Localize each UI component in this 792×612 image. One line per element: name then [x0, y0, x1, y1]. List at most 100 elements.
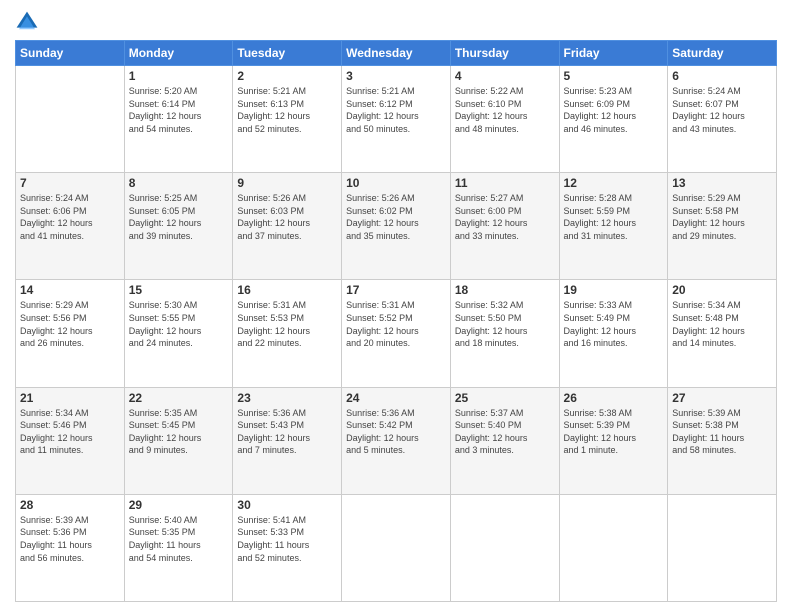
calendar-cell: 22Sunrise: 5:35 AM Sunset: 5:45 PM Dayli…	[124, 387, 233, 494]
calendar-cell	[559, 494, 668, 601]
day-info: Sunrise: 5:35 AM Sunset: 5:45 PM Dayligh…	[129, 407, 229, 457]
day-info: Sunrise: 5:28 AM Sunset: 5:59 PM Dayligh…	[564, 192, 664, 242]
calendar-cell: 11 Sunrise: 5:27 AM Sunset: 6:00 PM Dayli…	[450, 173, 559, 280]
calendar-week-2: 7 Sunrise: 5:24 AM Sunset: 6:06 PM Daylig…	[16, 173, 777, 280]
calendar-header-friday: Friday	[559, 41, 668, 66]
day-info: Sunrise: 5:39 AM Sunset: 5:36 PM Dayligh…	[20, 514, 120, 564]
day-number: 26	[564, 391, 664, 405]
day-number: 27	[672, 391, 772, 405]
calendar-cell: 26 Sunrise: 5:38 AM Sunset: 5:39 PM Dayli…	[559, 387, 668, 494]
calendar-cell: 17 Sunrise: 5:31 AM Sunset: 5:52 PM Dayli…	[342, 280, 451, 387]
calendar-cell: 8 Sunrise: 5:25 AM Sunset: 6:05 PM Daylig…	[124, 173, 233, 280]
calendar-cell: 2 Sunrise: 5:21 AM Sunset: 6:13 PM Daylig…	[233, 66, 342, 173]
day-number: 10	[346, 176, 446, 190]
calendar-cell: 3 Sunrise: 5:21 AM Sunset: 6:12 PM Daylig…	[342, 66, 451, 173]
calendar-header-tuesday: Tuesday	[233, 41, 342, 66]
day-info: Sunrise: 5:36 AM Sunset: 5:43 PM Dayligh…	[237, 407, 337, 457]
day-number: 11	[455, 176, 555, 190]
day-number: 5	[564, 69, 664, 83]
calendar-cell: 7 Sunrise: 5:24 AM Sunset: 6:06 PM Daylig…	[16, 173, 125, 280]
day-info: Sunrise: 5:34 AM Sunset: 5:46 PM Dayligh…	[20, 407, 120, 457]
day-number: 9	[237, 176, 337, 190]
day-number: 19	[564, 283, 664, 297]
calendar-cell: 28 Sunrise: 5:39 AM Sunset: 5:36 PM Dayli…	[16, 494, 125, 601]
calendar-week-3: 14 Sunrise: 5:29 AM Sunset: 5:56 PM Dayli…	[16, 280, 777, 387]
day-number: 3	[346, 69, 446, 83]
day-info: Sunrise: 5:31 AM Sunset: 5:52 PM Dayligh…	[346, 299, 446, 349]
day-number: 25	[455, 391, 555, 405]
day-number: 17	[346, 283, 446, 297]
calendar-cell: 18 Sunrise: 5:32 AM Sunset: 5:50 PM Dayli…	[450, 280, 559, 387]
day-number: 4	[455, 69, 555, 83]
day-info: Sunrise: 5:21 AM Sunset: 6:12 PM Dayligh…	[346, 85, 446, 135]
day-info: Sunrise: 5:23 AM Sunset: 6:09 PM Dayligh…	[564, 85, 664, 135]
calendar-cell: 14 Sunrise: 5:29 AM Sunset: 5:56 PM Dayli…	[16, 280, 125, 387]
day-number: 15	[129, 283, 229, 297]
day-info: Sunrise: 5:38 AM Sunset: 5:39 PM Dayligh…	[564, 407, 664, 457]
calendar-cell: 10 Sunrise: 5:26 AM Sunset: 6:02 PM Dayli…	[342, 173, 451, 280]
calendar-cell: 23 Sunrise: 5:36 AM Sunset: 5:43 PM Dayli…	[233, 387, 342, 494]
calendar-cell: 1 Sunrise: 5:20 AM Sunset: 6:14 PM Daylig…	[124, 66, 233, 173]
page: SundayMondayTuesdayWednesdayThursdayFrid…	[0, 0, 792, 612]
calendar-cell: 27Sunrise: 5:39 AM Sunset: 5:38 PM Dayli…	[668, 387, 777, 494]
calendar-cell: 4 Sunrise: 5:22 AM Sunset: 6:10 PM Daylig…	[450, 66, 559, 173]
day-info: Sunrise: 5:20 AM Sunset: 6:14 PM Dayligh…	[129, 85, 229, 135]
day-info: Sunrise: 5:27 AM Sunset: 6:00 PM Dayligh…	[455, 192, 555, 242]
calendar-week-5: 28 Sunrise: 5:39 AM Sunset: 5:36 PM Dayli…	[16, 494, 777, 601]
day-info: Sunrise: 5:22 AM Sunset: 6:10 PM Dayligh…	[455, 85, 555, 135]
day-number: 18	[455, 283, 555, 297]
day-info: Sunrise: 5:33 AM Sunset: 5:49 PM Dayligh…	[564, 299, 664, 349]
day-info: Sunrise: 5:30 AM Sunset: 5:55 PM Dayligh…	[129, 299, 229, 349]
day-info: Sunrise: 5:29 AM Sunset: 5:58 PM Dayligh…	[672, 192, 772, 242]
day-info: Sunrise: 5:24 AM Sunset: 6:06 PM Dayligh…	[20, 192, 120, 242]
day-number: 1	[129, 69, 229, 83]
calendar-cell	[342, 494, 451, 601]
day-info: Sunrise: 5:41 AM Sunset: 5:33 PM Dayligh…	[237, 514, 337, 564]
day-info: Sunrise: 5:32 AM Sunset: 5:50 PM Dayligh…	[455, 299, 555, 349]
day-info: Sunrise: 5:26 AM Sunset: 6:02 PM Dayligh…	[346, 192, 446, 242]
calendar-cell: 9 Sunrise: 5:26 AM Sunset: 6:03 PM Daylig…	[233, 173, 342, 280]
day-number: 29	[129, 498, 229, 512]
logo	[15, 10, 43, 34]
day-number: 14	[20, 283, 120, 297]
day-info: Sunrise: 5:25 AM Sunset: 6:05 PM Dayligh…	[129, 192, 229, 242]
calendar-header-saturday: Saturday	[668, 41, 777, 66]
calendar-cell: 30Sunrise: 5:41 AM Sunset: 5:33 PM Dayli…	[233, 494, 342, 601]
calendar-header-wednesday: Wednesday	[342, 41, 451, 66]
day-number: 8	[129, 176, 229, 190]
day-number: 23	[237, 391, 337, 405]
day-number: 12	[564, 176, 664, 190]
day-info: Sunrise: 5:26 AM Sunset: 6:03 PM Dayligh…	[237, 192, 337, 242]
day-info: Sunrise: 5:37 AM Sunset: 5:40 PM Dayligh…	[455, 407, 555, 457]
calendar-cell: 25 Sunrise: 5:37 AM Sunset: 5:40 PM Dayli…	[450, 387, 559, 494]
day-info: Sunrise: 5:21 AM Sunset: 6:13 PM Dayligh…	[237, 85, 337, 135]
calendar-cell: 21 Sunrise: 5:34 AM Sunset: 5:46 PM Dayli…	[16, 387, 125, 494]
calendar-header-row: SundayMondayTuesdayWednesdayThursdayFrid…	[16, 41, 777, 66]
day-number: 24	[346, 391, 446, 405]
calendar-cell	[450, 494, 559, 601]
day-number: 28	[20, 498, 120, 512]
calendar-cell: 20Sunrise: 5:34 AM Sunset: 5:48 PM Dayli…	[668, 280, 777, 387]
day-info: Sunrise: 5:31 AM Sunset: 5:53 PM Dayligh…	[237, 299, 337, 349]
day-number: 21	[20, 391, 120, 405]
day-number: 13	[672, 176, 772, 190]
day-number: 20	[672, 283, 772, 297]
calendar-cell: 19 Sunrise: 5:33 AM Sunset: 5:49 PM Dayli…	[559, 280, 668, 387]
calendar-week-1: 1 Sunrise: 5:20 AM Sunset: 6:14 PM Daylig…	[16, 66, 777, 173]
day-info: Sunrise: 5:36 AM Sunset: 5:42 PM Dayligh…	[346, 407, 446, 457]
calendar-cell: 12 Sunrise: 5:28 AM Sunset: 5:59 PM Dayli…	[559, 173, 668, 280]
calendar-cell: 6Sunrise: 5:24 AM Sunset: 6:07 PM Daylig…	[668, 66, 777, 173]
day-number: 16	[237, 283, 337, 297]
day-info: Sunrise: 5:40 AM Sunset: 5:35 PM Dayligh…	[129, 514, 229, 564]
calendar-cell: 24 Sunrise: 5:36 AM Sunset: 5:42 PM Dayli…	[342, 387, 451, 494]
day-number: 2	[237, 69, 337, 83]
calendar-header-thursday: Thursday	[450, 41, 559, 66]
day-number: 7	[20, 176, 120, 190]
logo-icon	[15, 10, 39, 34]
calendar-cell	[16, 66, 125, 173]
calendar-cell	[668, 494, 777, 601]
calendar-cell: 15 Sunrise: 5:30 AM Sunset: 5:55 PM Dayli…	[124, 280, 233, 387]
day-info: Sunrise: 5:29 AM Sunset: 5:56 PM Dayligh…	[20, 299, 120, 349]
calendar-header-sunday: Sunday	[16, 41, 125, 66]
calendar-header-monday: Monday	[124, 41, 233, 66]
